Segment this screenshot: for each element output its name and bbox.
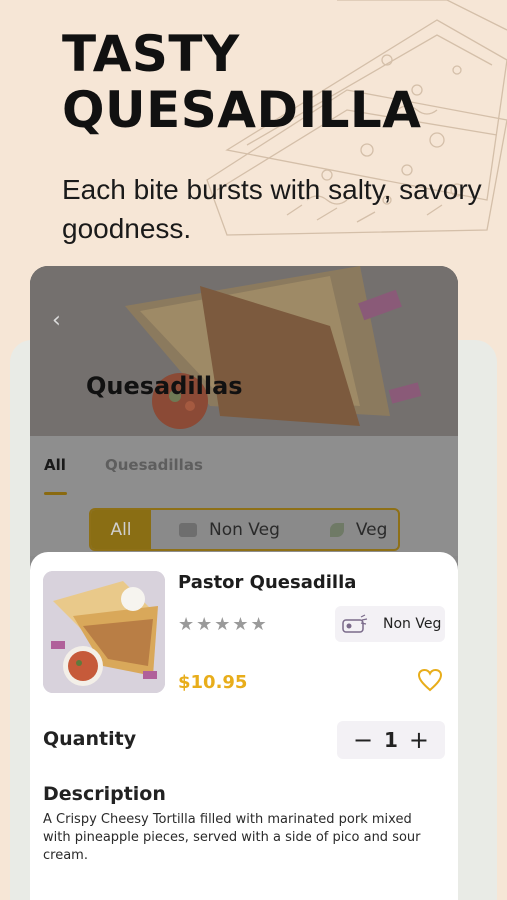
quantity-label: Quantity	[43, 728, 137, 750]
item-thumbnail	[43, 571, 165, 693]
non-veg-badge: Non Veg	[335, 606, 445, 642]
headline-line-1: TASTY	[62, 25, 240, 83]
item-price: $10.95	[178, 672, 248, 693]
star-rating[interactable]: ★★★★★	[178, 614, 269, 635]
meat-icon	[342, 614, 368, 633]
item-title: Pastor Quesadilla	[178, 572, 357, 593]
active-tab-indicator	[44, 492, 67, 495]
category-tabs: All Quesadillas All Non Veg Veg	[30, 436, 458, 556]
leaf-icon	[329, 522, 344, 537]
favorite-heart-icon[interactable]	[417, 668, 443, 692]
filter-veg-button[interactable]: Veg	[329, 519, 388, 540]
diet-filter: All Non Veg Veg	[89, 508, 400, 551]
back-chevron-icon[interactable]: ‹	[52, 308, 61, 333]
category-title: Quesadillas	[86, 372, 243, 400]
quantity-value: 1	[384, 728, 398, 752]
filter-non-veg-label: Non Veg	[209, 519, 280, 540]
badge-label: Non Veg	[383, 616, 442, 632]
filter-all-button[interactable]: All	[91, 510, 151, 549]
increment-button[interactable]: +	[409, 728, 429, 752]
decrement-button[interactable]: −	[353, 728, 373, 752]
description-title: Description	[43, 783, 166, 805]
meat-icon	[179, 522, 197, 537]
headline-line-2: QUESADILLA	[62, 81, 422, 139]
description-text: A Crispy Cheesy Tortilla filled with mar…	[43, 812, 421, 863]
filter-veg-label: Veg	[355, 519, 388, 540]
item-detail-sheet: Pastor Quesadilla ★★★★★ Non Veg $10.95 Q…	[30, 552, 458, 900]
tab-all[interactable]: All	[44, 456, 66, 474]
promo-headline: TASTY QUESADILLA	[62, 26, 422, 138]
tab-quesadillas[interactable]: Quesadillas	[105, 456, 203, 474]
filter-non-veg-button[interactable]: Non Veg	[179, 520, 280, 540]
quantity-stepper: − 1 +	[337, 721, 445, 759]
hero-image: ‹ Quesadillas	[30, 266, 458, 436]
promo-subline: Each bite bursts with salty, savory good…	[62, 174, 482, 244]
